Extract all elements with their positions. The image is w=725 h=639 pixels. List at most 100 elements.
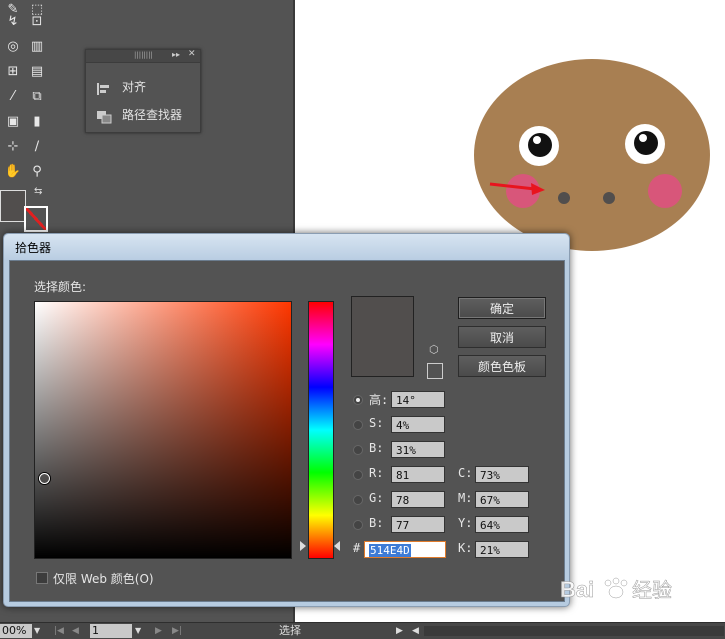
align-icon <box>96 81 112 95</box>
panel-titlebar[interactable]: |||||||| ▸▸ ✕ <box>86 49 200 63</box>
zoom-field[interactable]: 00% <box>0 624 32 638</box>
select-color-label: 选择颜色: <box>34 280 87 294</box>
last-artboard-icon[interactable]: ▶| <box>172 624 182 638</box>
saturation-radio[interactable] <box>353 420 363 430</box>
panel-close-icon[interactable]: ✕ <box>188 49 196 59</box>
hex-input[interactable]: 514E4D <box>364 541 446 558</box>
blue-radio[interactable] <box>353 520 363 530</box>
perspective-grid-icon[interactable]: ▥ <box>26 37 48 57</box>
hue-label: 高: <box>369 393 389 407</box>
next-artboard-icon[interactable]: ▶ <box>155 624 162 638</box>
fill-color-swatch[interactable] <box>0 190 26 222</box>
blend-tool-icon[interactable]: ⧉ <box>26 87 48 107</box>
first-artboard-icon[interactable]: |◀ <box>54 624 64 638</box>
status-bar: 00% ▼ |◀ ◀ 1 ▼ ▶ ▶| 选择 ▶ ◀ <box>0 622 725 639</box>
face-shape <box>474 59 710 251</box>
hex-label: # <box>353 541 361 555</box>
status-menu-icon[interactable]: ▶ <box>396 624 403 638</box>
svg-text:Bai: Bai <box>560 577 594 602</box>
saturation-input[interactable]: 4% <box>391 416 445 433</box>
baidu-watermark: Bai 经验 jingyan.baidu.com <box>556 575 725 615</box>
artboard-number-field[interactable]: 1 <box>90 624 132 638</box>
zoom-dropdown-icon[interactable]: ▼ <box>34 624 44 638</box>
hue-slider[interactable] <box>308 301 334 559</box>
hue-slider-right-arrow[interactable] <box>334 541 340 551</box>
zoom-tool-icon[interactable]: ⚲ <box>26 162 48 182</box>
red-label: R: <box>369 466 384 480</box>
column-graph-icon[interactable]: ▮ <box>26 112 48 132</box>
horizontal-scrollbar[interactable] <box>424 626 724 636</box>
ok-button[interactable]: 确定 <box>458 297 546 319</box>
web-colors-only-label: 仅限 Web 颜色(O) <box>53 572 154 586</box>
web-safe-swatch[interactable] <box>427 363 443 379</box>
red-input[interactable]: 81 <box>391 466 445 483</box>
status-text: 选择 <box>279 624 301 637</box>
saturation-brightness-field[interactable] <box>34 301 292 559</box>
yellow-input[interactable]: 64% <box>475 516 529 533</box>
panel-collapse-icon[interactable]: ▸▸ <box>172 50 180 59</box>
yellow-label: Y: <box>458 516 473 530</box>
dialog-title: 拾色器 <box>15 241 52 255</box>
brightness-input[interactable]: 31% <box>391 441 445 458</box>
color-picker-dialog: 拾色器 选择颜色: ⬡ 确定 取消 颜色色板 高: 14° S: 4% B: 3… <box>3 233 570 607</box>
magenta-input[interactable]: 67% <box>475 491 529 508</box>
toolbox: ✎ ⬚ ↯ ⊡ ◎ ▥ ⊞ ▤ ⁄ ⧉ ▣ ▮ ⊹ ∕ ✋ ⚲ ⇆ <box>0 0 56 235</box>
green-input[interactable]: 78 <box>391 491 445 508</box>
left-eye-pupil <box>528 133 552 157</box>
panel-item-label: 路径查找器 <box>122 108 183 122</box>
right-eye-highlight <box>639 134 647 142</box>
gradient-tool-icon[interactable]: ▤ <box>26 62 48 82</box>
panel-item-pathfinder[interactable]: 路径查找器 <box>96 104 182 126</box>
cancel-button[interactable]: 取消 <box>458 326 546 348</box>
svg-text:经验: 经验 <box>632 578 672 602</box>
out-of-gamut-cube-icon[interactable]: ⬡ <box>429 344 441 356</box>
shape-builder-icon[interactable]: ◎ <box>2 37 24 57</box>
current-color-swatch <box>351 296 414 377</box>
black-input[interactable]: 21% <box>475 541 529 558</box>
left-nostril <box>558 192 570 204</box>
swap-colors-icon[interactable]: ⇆ <box>34 186 42 197</box>
stroke-none-swatch[interactable] <box>24 206 48 232</box>
red-radio[interactable] <box>353 470 363 480</box>
blue-input[interactable]: 77 <box>391 516 445 533</box>
artboard-tool-icon[interactable]: ⊹ <box>2 137 24 157</box>
color-swatches-button[interactable]: 颜色色板 <box>458 355 546 377</box>
brightness-label: B: <box>369 441 384 455</box>
brightness-radio[interactable] <box>353 445 363 455</box>
cyan-input[interactable]: 73% <box>475 466 529 483</box>
hue-slider-left-arrow[interactable] <box>300 541 306 551</box>
free-transform-icon[interactable]: ⊡ <box>26 12 48 32</box>
blue-label: B: <box>369 516 384 530</box>
dialog-titlebar[interactable]: 拾色器 <box>4 234 569 260</box>
symbol-sprayer-icon[interactable]: ▣ <box>2 112 24 132</box>
scroll-left-icon[interactable]: ◀ <box>412 624 419 638</box>
pathfinder-icon <box>96 109 112 123</box>
panel-item-label: 对齐 <box>122 80 147 94</box>
black-label: K: <box>458 541 473 555</box>
right-nostril <box>603 192 615 204</box>
right-eye-pupil <box>634 131 658 155</box>
hex-value: 514E4D <box>369 544 411 557</box>
hue-radio[interactable] <box>353 395 363 405</box>
slice-tool-icon[interactable]: ∕ <box>26 137 48 157</box>
width-tool-icon[interactable]: ↯ <box>2 12 24 32</box>
left-eye-highlight <box>533 136 541 144</box>
panel-item-align[interactable]: 对齐 <box>96 76 146 98</box>
baidu-logo: Bai 经验 jingyan.baidu.com <box>560 577 677 614</box>
previous-artboard-icon[interactable]: ◀ <box>72 624 79 638</box>
hue-input[interactable]: 14° <box>391 391 445 408</box>
color-marker[interactable] <box>39 473 50 484</box>
mesh-tool-icon[interactable]: ⊞ <box>2 62 24 82</box>
eyedropper-icon[interactable]: ⁄ <box>2 87 24 107</box>
artboard-dropdown-icon[interactable]: ▼ <box>135 624 141 638</box>
floating-panel: |||||||| ▸▸ ✕ 对齐 路径查找器 <box>85 49 201 133</box>
saturation-label: S: <box>369 416 384 430</box>
dialog-body: 选择颜色: ⬡ 确定 取消 颜色色板 高: 14° S: 4% B: 31% R… <box>9 260 565 602</box>
web-colors-only-checkbox[interactable] <box>36 572 48 584</box>
green-radio[interactable] <box>353 495 363 505</box>
magenta-label: M: <box>458 491 473 505</box>
cyan-label: C: <box>458 466 473 480</box>
panel-grip-icon[interactable]: |||||||| <box>134 51 153 59</box>
hand-tool-icon[interactable]: ✋ <box>2 162 24 182</box>
green-label: G: <box>369 491 384 505</box>
